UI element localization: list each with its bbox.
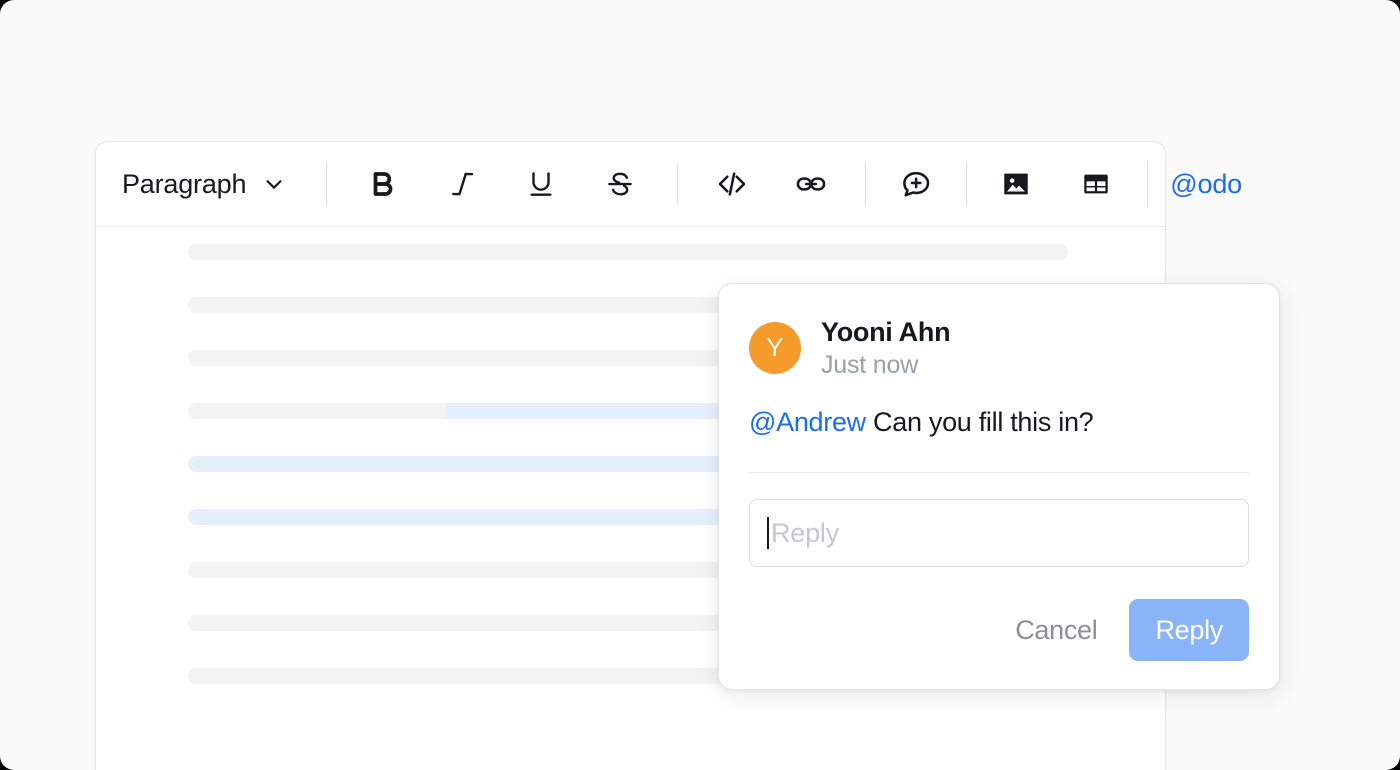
toolbar-divider <box>677 162 679 206</box>
comment-timestamp: Just now <box>821 351 919 380</box>
reply-placeholder: Reply <box>771 517 840 548</box>
add-comment-button[interactable] <box>893 161 939 207</box>
link-button[interactable] <box>788 161 834 207</box>
image-button[interactable] <box>993 161 1039 207</box>
underline-button[interactable] <box>518 161 564 207</box>
text-caret <box>767 517 769 550</box>
comment-author: Yooni Ahn <box>821 317 951 347</box>
document-line-segment <box>188 403 446 419</box>
mention-odo-button[interactable]: @odo <box>1170 170 1242 198</box>
document-line <box>188 244 1068 260</box>
image-icon <box>1000 168 1032 200</box>
toolbar-divider <box>865 162 867 206</box>
strikethrough-button[interactable] <box>597 161 643 207</box>
editor-toolbar: Paragraph @odo <box>96 142 1242 227</box>
document-line-segment <box>188 244 1068 260</box>
underline-icon <box>526 169 556 199</box>
avatar: Y <box>749 322 801 375</box>
toolbar-divider <box>1147 162 1149 206</box>
comment-meta: Yooni Ahn Just now <box>821 316 951 380</box>
comment-body: @Andrew Can you fill this in? <box>719 380 1279 440</box>
comment-header: Y Yooni Ahn Just now <box>719 284 1279 380</box>
reply-button[interactable]: Reply <box>1129 599 1249 661</box>
comment-actions: Cancel Reply <box>1001 599 1249 661</box>
strikethrough-icon <box>605 169 635 199</box>
reply-input[interactable]: Reply <box>749 499 1249 568</box>
table-icon <box>1080 168 1112 200</box>
toolbar-divider <box>326 162 328 206</box>
code-button[interactable] <box>709 161 755 207</box>
comment-body-text: Can you fill this in? <box>865 407 1094 438</box>
block-style-label: Paragraph <box>122 168 247 199</box>
comment-mention[interactable]: @Andrew <box>749 407 866 437</box>
italic-icon <box>447 169 477 199</box>
divider <box>749 472 1249 474</box>
add-comment-icon <box>900 168 932 200</box>
toolbar-divider <box>966 162 968 206</box>
code-icon <box>716 168 748 200</box>
link-icon <box>795 168 827 200</box>
chevron-down-icon <box>263 173 285 195</box>
block-style-dropdown[interactable]: Paragraph <box>122 168 285 199</box>
cancel-button[interactable]: Cancel <box>1001 605 1111 656</box>
table-button[interactable] <box>1073 161 1119 207</box>
italic-button[interactable] <box>439 161 485 207</box>
bold-icon <box>368 169 398 199</box>
app-page: Paragraph @odo Y Yooni Ahn Just now @And… <box>0 0 1400 770</box>
bold-button[interactable] <box>360 161 406 207</box>
comment-popup: Y Yooni Ahn Just now @Andrew Can you fil… <box>718 283 1280 690</box>
